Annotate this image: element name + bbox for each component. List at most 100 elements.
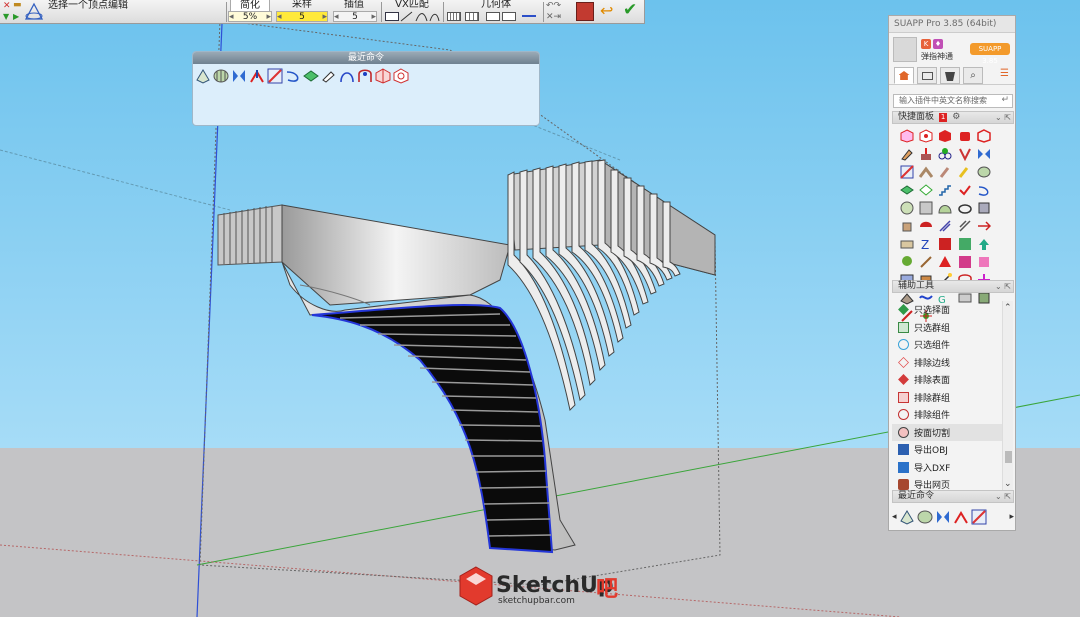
aux-tools-header[interactable]: 辅助工具 ⌄ ⇱ bbox=[892, 280, 1014, 293]
tab-list[interactable] bbox=[917, 67, 937, 84]
tab-search[interactable]: ⌕ bbox=[963, 67, 983, 84]
z-tool-icon[interactable]: Z bbox=[919, 237, 933, 252]
avatar[interactable] bbox=[893, 37, 917, 62]
color-tool-icon[interactable] bbox=[958, 255, 972, 269]
tab-bucket[interactable] bbox=[940, 67, 960, 84]
cube-tool-icon[interactable] bbox=[900, 129, 914, 143]
pen-tool-icon[interactable] bbox=[900, 147, 914, 161]
aux-scrollbar[interactable]: ⌃ ⌄ bbox=[1002, 301, 1013, 497]
sphere-tool-icon[interactable] bbox=[900, 201, 914, 215]
lines-tool-icon[interactable] bbox=[958, 219, 972, 233]
gem-tool-icon[interactable] bbox=[919, 129, 933, 143]
wall-tool-icon[interactable] bbox=[900, 237, 914, 251]
panel-tool-icon[interactable] bbox=[900, 165, 914, 179]
aux-item-exclude-faces[interactable]: 排除表面 bbox=[892, 371, 1002, 389]
mirror-tool-icon[interactable] bbox=[977, 147, 991, 161]
rings-tool-icon[interactable] bbox=[938, 147, 952, 161]
pencil-icon[interactable] bbox=[321, 68, 337, 84]
align-icon[interactable] bbox=[385, 12, 399, 21]
grid2-icon[interactable] bbox=[465, 12, 479, 21]
close-icon[interactable]: ✕ bbox=[3, 1, 11, 11]
plant-tool-icon[interactable] bbox=[900, 255, 914, 269]
sample-spinner[interactable]: ◂ 5 ▸ bbox=[276, 11, 328, 22]
ring-tool-icon[interactable] bbox=[957, 201, 972, 215]
up-tool-icon[interactable] bbox=[977, 237, 991, 251]
cross-icon[interactable]: ✕⇥ bbox=[546, 12, 561, 22]
gem-icon[interactable] bbox=[393, 68, 409, 84]
cone-tool-icon[interactable] bbox=[938, 255, 952, 269]
minus-icon[interactable]: ▬ bbox=[13, 0, 22, 10]
mirror-icon[interactable] bbox=[231, 68, 247, 84]
magnet-tool-icon[interactable] bbox=[958, 147, 972, 162]
leaf-tool-icon[interactable] bbox=[919, 183, 933, 197]
exit-door-icon[interactable] bbox=[576, 2, 594, 21]
play-icon[interactable]: ▶ bbox=[13, 12, 19, 21]
mirror-icon[interactable] bbox=[935, 509, 951, 525]
shell-tool-icon[interactable] bbox=[977, 165, 991, 179]
chevron-down-icon[interactable]: ⌄ ⇱ bbox=[995, 491, 1011, 502]
shell-icon[interactable] bbox=[917, 509, 933, 525]
k-badge-icon[interactable]: K bbox=[921, 39, 931, 49]
arrow-tool-icon[interactable] bbox=[977, 219, 991, 233]
bulge-icon[interactable] bbox=[195, 68, 211, 84]
aux-item-select-components[interactable]: 只选组件 bbox=[892, 336, 1002, 354]
line-icon[interactable] bbox=[400, 11, 440, 25]
aux-item-import-dxf[interactable]: 导入DXF bbox=[892, 459, 1002, 477]
back-arrow-icon[interactable]: ↩ bbox=[600, 2, 613, 20]
scroll-thumb[interactable] bbox=[1005, 451, 1012, 463]
cube-icon[interactable] bbox=[375, 68, 391, 84]
vip-badge-icon[interactable]: ♦ bbox=[933, 39, 943, 49]
stick-tool-icon[interactable] bbox=[919, 255, 933, 269]
undo-icon[interactable]: ↶↷ bbox=[546, 1, 561, 11]
hammer-tool-icon[interactable] bbox=[938, 165, 952, 179]
cube2-tool-icon[interactable] bbox=[977, 201, 991, 215]
interp-spinner[interactable]: ◂ 5 ▸ bbox=[333, 11, 377, 22]
enter-icon[interactable]: ↵ bbox=[1001, 95, 1009, 105]
robot-tool-icon[interactable] bbox=[958, 129, 972, 143]
x-box-icon[interactable] bbox=[502, 12, 516, 21]
bar-tool-icon[interactable] bbox=[918, 165, 934, 179]
sew-tool-icon[interactable] bbox=[977, 255, 991, 269]
face-icon[interactable] bbox=[303, 68, 319, 84]
mesh-tool-icon[interactable] bbox=[919, 201, 933, 215]
curve-panel-icon[interactable] bbox=[267, 68, 283, 84]
bulge-icon[interactable] bbox=[899, 509, 915, 525]
pencil-tool-icon[interactable] bbox=[958, 165, 972, 179]
curve-panel-icon[interactable] bbox=[971, 509, 987, 525]
quick-panel-header[interactable]: 快捷面板 1 ⚙ ⌄ ⇱ bbox=[892, 111, 1014, 124]
aux-item-select-faces[interactable]: 只选择面 bbox=[892, 301, 1002, 319]
push-tool-icon[interactable] bbox=[919, 147, 933, 161]
aux-item-exclude-edges[interactable]: 排除边线 bbox=[892, 354, 1002, 372]
recent-footer-header[interactable]: 最近命令 ⌄ ⇱ bbox=[892, 490, 1014, 503]
hook-icon[interactable] bbox=[285, 68, 301, 84]
chair-tool-icon[interactable] bbox=[900, 219, 914, 233]
tab-home[interactable] bbox=[894, 67, 914, 84]
aux-item-select-groups[interactable]: 只选群组 bbox=[892, 319, 1002, 337]
chevron-down-icon[interactable]: ⌄ ⇱ bbox=[995, 112, 1011, 123]
version-button[interactable]: SUAPP 3.85 bbox=[970, 43, 1010, 65]
aux-item-export-obj[interactable]: 导出OBJ bbox=[892, 441, 1002, 459]
gate-icon[interactable] bbox=[357, 68, 373, 84]
arrows-icon[interactable] bbox=[249, 68, 265, 84]
menu-icon[interactable]: ☰ bbox=[1000, 68, 1009, 79]
scroll-down-icon[interactable]: ⌄ bbox=[1004, 479, 1012, 489]
sun-tool-icon[interactable] bbox=[938, 237, 952, 251]
shell-icon[interactable] bbox=[213, 68, 229, 84]
gradient-tool-icon[interactable] bbox=[958, 237, 972, 251]
grid-icon[interactable] bbox=[447, 12, 461, 21]
aux-item-exclude-components[interactable]: 排除组件 bbox=[892, 406, 1002, 424]
chevron-down-icon[interactable]: ⌄ ⇱ bbox=[995, 281, 1011, 292]
umbrella-tool-icon[interactable] bbox=[919, 219, 933, 233]
prev-arrow-icon[interactable]: ◂ bbox=[892, 512, 897, 522]
shield-tool-icon[interactable] bbox=[977, 129, 991, 143]
hex-tool-icon[interactable] bbox=[938, 129, 952, 143]
next-arrow-icon[interactable]: ▸ bbox=[1009, 512, 1014, 522]
scroll-up-icon[interactable]: ⌃ bbox=[1004, 303, 1012, 313]
hook-tool-icon[interactable] bbox=[977, 183, 991, 197]
down-icon[interactable]: ▼ bbox=[3, 12, 9, 21]
plugin-search-input[interactable]: 输入插件中英文名称搜索 bbox=[893, 94, 1013, 108]
wave-icon[interactable] bbox=[522, 15, 536, 17]
arrows-icon[interactable] bbox=[953, 509, 969, 525]
arch-icon[interactable] bbox=[339, 68, 355, 84]
check-tool-icon[interactable] bbox=[958, 183, 972, 197]
